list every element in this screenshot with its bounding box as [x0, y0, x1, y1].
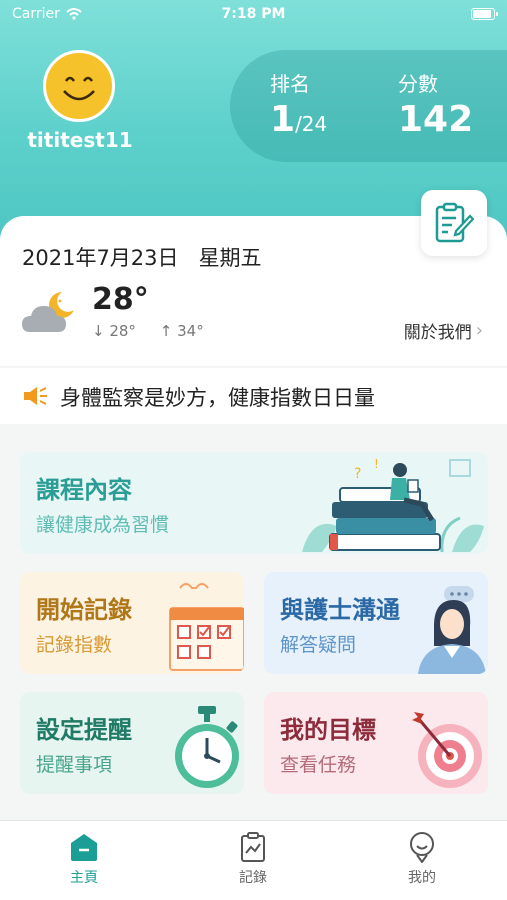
calendar-checklist-icon — [169, 583, 244, 671]
partly-cloudy-night-icon — [22, 292, 74, 332]
reading-person-books-icon: ? ! — [302, 457, 484, 553]
temperature-range: ↓ 28° ↑ 34° — [92, 322, 204, 340]
rank-stat: 排名 1/24 — [270, 68, 327, 140]
current-temperature: 28° — [92, 282, 149, 317]
date-text: 2021年7月23日 — [22, 246, 179, 270]
nurse-title: 與護士溝通 — [280, 596, 400, 624]
set-reminder-tile[interactable]: 設定提醒 提醒事項 — [20, 692, 244, 794]
reminder-title: 設定提醒 — [36, 716, 132, 744]
high-temperature: ↑ 34° — [159, 322, 204, 340]
records-icon — [241, 832, 265, 862]
low-temperature: ↓ 28° — [92, 322, 136, 340]
svg-text:?: ? — [354, 466, 361, 482]
reminder-subtitle: 提醒事項 — [36, 754, 113, 776]
course-content-tile[interactable]: 課程內容 讓健康成為習慣 ? ! — [20, 452, 488, 554]
record-subtitle: 記錄指數 — [36, 634, 113, 656]
status-bar: Carrier 7:18 PM — [0, 0, 507, 30]
avatar[interactable] — [43, 50, 115, 122]
record-title: 開始記錄 — [36, 596, 132, 624]
status-time: 7:18 PM — [221, 6, 286, 22]
tab-profile[interactable]: 我的 — [362, 831, 482, 887]
weekday-text: 星期五 — [198, 246, 262, 270]
about-us-link[interactable]: 關於我們 › — [404, 318, 483, 343]
chevron-right-icon: › — [475, 320, 483, 341]
rank-label: 排名 — [270, 72, 310, 96]
nurse-avatar-icon — [418, 586, 486, 674]
score-panel: 排名 1/24 分數 142 — [230, 50, 507, 162]
rank-value: 1 — [270, 99, 296, 140]
score-label: 分數 — [398, 72, 438, 96]
notepad-button[interactable] — [421, 190, 487, 256]
smiley-face-icon — [63, 76, 95, 101]
chat-with-nurse-tile[interactable]: 與護士溝通 解答疑問 — [264, 572, 488, 674]
svg-text:!: ! — [374, 457, 379, 471]
tab-profile-label: 我的 — [408, 870, 436, 886]
goal-title: 我的目標 — [280, 716, 376, 744]
tab-home[interactable]: 主頁 — [24, 831, 144, 887]
battery-icon — [471, 8, 498, 20]
course-title: 課程內容 — [36, 476, 132, 504]
home-icon — [71, 834, 97, 861]
speaker-icon — [24, 387, 47, 405]
rank-value-row: 1/24 — [270, 99, 327, 140]
target-arrow-icon — [412, 712, 482, 788]
tab-records-label: 記錄 — [239, 870, 267, 886]
nurse-subtitle: 解答疑問 — [280, 634, 357, 656]
tab-records[interactable]: 記錄 — [193, 831, 313, 887]
tab-home-label: 主頁 — [70, 870, 98, 886]
clipboard-edit-icon — [435, 202, 474, 243]
about-us-label: 關於我們 — [403, 323, 472, 343]
score-value: 142 — [398, 99, 474, 140]
announcement-banner: 身體監察是妙方，健康指數日日量 — [0, 368, 507, 424]
course-subtitle: 讓健康成為習慣 — [36, 514, 170, 536]
rank-total: /24 — [295, 112, 328, 136]
stopwatch-icon — [175, 706, 239, 788]
announcement-text: 身體監察是妙方，健康指數日日量 — [60, 386, 375, 410]
my-goals-tile[interactable]: 我的目標 查看任務 — [264, 692, 488, 794]
profile-icon — [410, 832, 434, 863]
goal-subtitle: 查看任務 — [280, 754, 357, 776]
bottom-tab-bar: 主頁 記錄 我的 — [0, 820, 507, 900]
score-stat: 分數 142 — [398, 68, 473, 140]
date-line: 2021年7月23日 星期五 — [22, 242, 262, 272]
username: tititest11 — [27, 128, 133, 152]
start-record-tile[interactable]: 開始記錄 記錄指數 — [20, 572, 244, 674]
